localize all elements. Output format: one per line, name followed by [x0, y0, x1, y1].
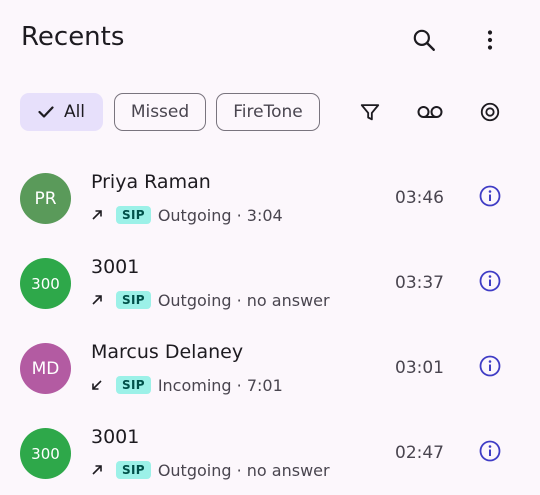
more-vert-icon — [487, 30, 493, 50]
call-detail: SIP Outgoing · 3:04 — [91, 204, 283, 226]
sip-badge: SIP — [116, 206, 151, 224]
info-icon — [479, 355, 501, 377]
call-info-button[interactable] — [472, 263, 508, 299]
avatar: 300 — [20, 258, 71, 309]
incoming-arrow-icon — [91, 377, 107, 393]
avatar: MD — [20, 343, 71, 394]
call-info-button[interactable] — [472, 348, 508, 384]
call-detail-text: Outgoing · 3:04 — [157, 205, 283, 225]
call-info-button[interactable] — [472, 433, 508, 469]
record-icon — [480, 102, 500, 122]
outgoing-arrow-icon — [91, 207, 107, 223]
filter-icon — [360, 104, 380, 121]
call-row[interactable]: PR Priya Raman SIP Outgoing · 3:04 03:46 — [0, 155, 540, 240]
filter-button[interactable] — [350, 92, 390, 132]
sip-badge: SIP — [116, 461, 151, 479]
call-detail: SIP Outgoing · no answer — [91, 289, 330, 311]
filter-chip-missed-label: Missed — [130, 102, 190, 122]
call-detail-text: Incoming · 7:01 — [157, 375, 283, 395]
call-info-button[interactable] — [472, 178, 508, 214]
info-icon — [479, 440, 501, 462]
filter-chip-missed[interactable]: Missed — [114, 93, 206, 131]
call-detail-text: Outgoing · no answer — [157, 460, 330, 480]
search-icon — [413, 29, 435, 51]
filter-chip-all-label: All — [63, 102, 86, 122]
outgoing-arrow-icon — [91, 292, 107, 308]
search-button[interactable] — [404, 20, 444, 60]
avatar: PR — [20, 173, 71, 224]
call-row[interactable]: 300 3001 SIP Outgoing · no answer 03:37 — [0, 240, 540, 325]
info-icon — [479, 185, 501, 207]
filter-bar: All Missed FireTone — [0, 92, 540, 134]
call-time: 02:47 — [395, 443, 444, 463]
info-icon — [479, 270, 501, 292]
avatar: 300 — [20, 428, 71, 479]
contact-name: 3001 — [91, 256, 140, 278]
sip-badge: SIP — [116, 291, 151, 309]
page-title: Recents — [21, 22, 125, 52]
call-row[interactable]: MD Marcus Delaney SIP Incoming · 7:01 03… — [0, 325, 540, 410]
call-detail: SIP Incoming · 7:01 — [91, 374, 283, 396]
contact-name: Priya Raman — [91, 171, 211, 193]
app-bar: Recents — [0, 0, 540, 80]
call-row[interactable]: 300 3001 SIP Outgoing · no answer 02:47 — [0, 410, 540, 495]
contact-name: Marcus Delaney — [91, 341, 244, 363]
filter-chip-firetone-label: FireTone — [233, 102, 303, 122]
call-time: 03:46 — [395, 188, 444, 208]
filter-chip-firetone[interactable]: FireTone — [216, 93, 320, 131]
outgoing-arrow-icon — [91, 462, 107, 478]
call-time: 03:01 — [395, 358, 444, 378]
check-icon — [38, 106, 54, 118]
sip-badge: SIP — [116, 376, 151, 394]
call-detail-text: Outgoing · no answer — [157, 290, 330, 310]
contact-name: 3001 — [91, 426, 140, 448]
record-button[interactable] — [470, 92, 510, 132]
call-detail: SIP Outgoing · no answer — [91, 459, 330, 481]
voicemail-icon — [417, 106, 443, 118]
voicemail-button[interactable] — [410, 92, 450, 132]
more-options-button[interactable] — [470, 20, 510, 60]
call-time: 03:37 — [395, 273, 444, 293]
filter-chip-all[interactable]: All — [20, 93, 103, 131]
